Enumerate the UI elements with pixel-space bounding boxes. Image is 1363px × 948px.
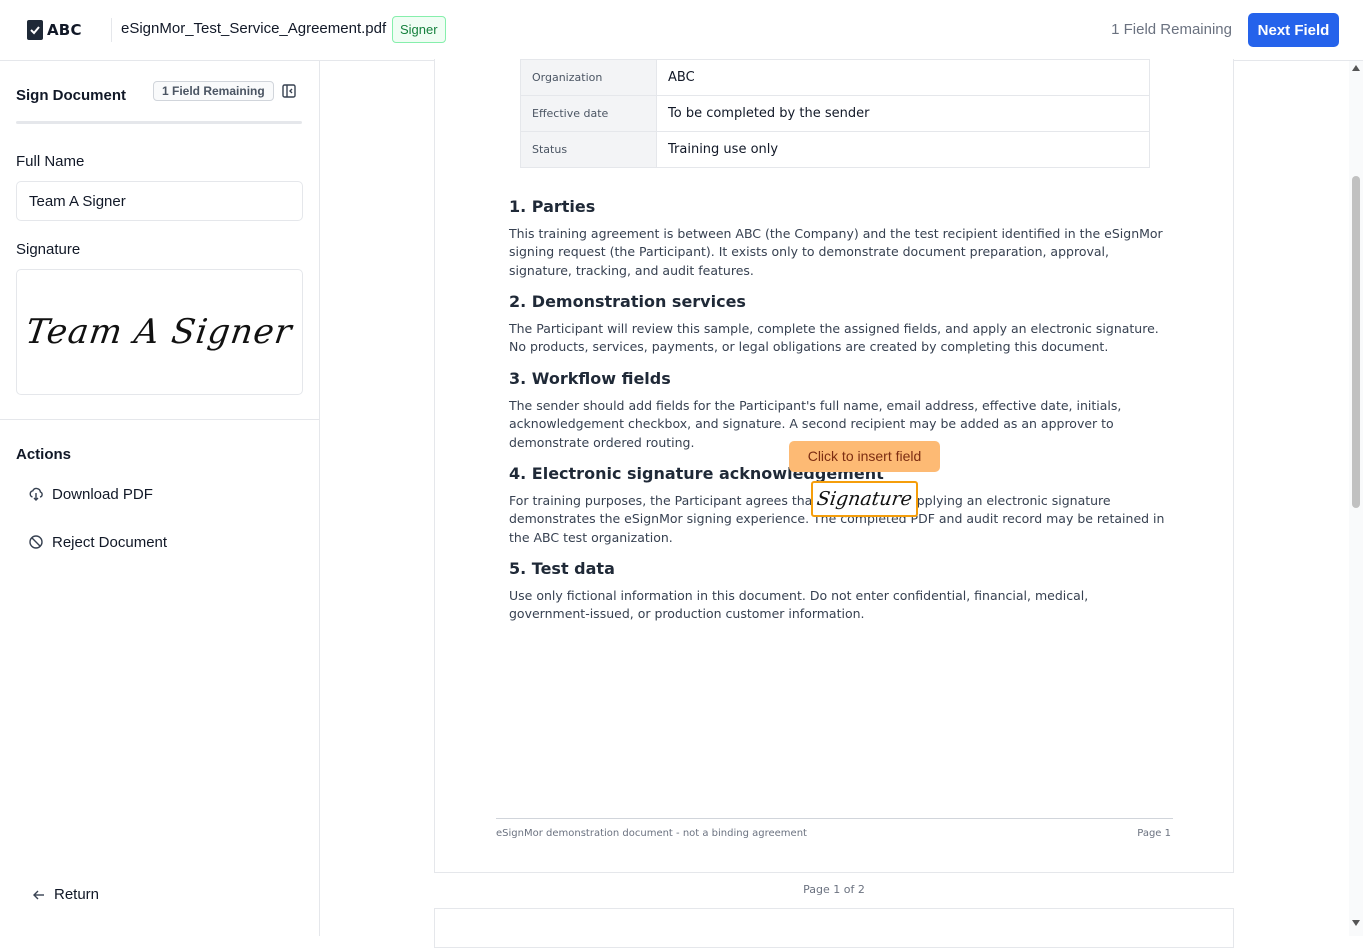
meta-key: Effective date: [520, 95, 657, 132]
table-row: Effective date To be completed by the se…: [520, 95, 1150, 132]
reject-document-label: Reject Document: [52, 533, 168, 551]
signature-field-placeholder: Signature: [815, 488, 914, 510]
sidebar: Sign Document 1 Field Remaining Full Nam…: [0, 61, 320, 936]
full-name-label: Full Name: [16, 153, 85, 170]
meta-key: Organization: [520, 59, 657, 96]
vertical-scrollbar[interactable]: [1349, 61, 1363, 936]
download-pdf-label: Download PDF: [52, 485, 153, 503]
page-footer-text: eSignMor demonstration document - not a …: [496, 828, 807, 839]
section-heading: 3. Workflow fields: [509, 369, 671, 388]
actions-title: Actions: [16, 446, 72, 463]
scroll-up-icon[interactable]: [1352, 65, 1360, 71]
checkmark-logo-icon: [27, 20, 43, 40]
scroll-down-icon[interactable]: [1352, 920, 1360, 926]
table-row: Status Training use only: [520, 131, 1150, 168]
section-body: Use only fictional information in this d…: [509, 588, 1089, 622]
cloud-download-icon: [28, 486, 44, 502]
meta-value: Training use only: [656, 131, 1150, 168]
header-divider: [111, 18, 112, 42]
signature-label: Signature: [16, 241, 81, 258]
brand-logo[interactable]: ABC: [27, 20, 82, 40]
section-heading: 5. Test data: [509, 559, 615, 578]
signature-preview: Team A Signer: [23, 312, 296, 352]
download-pdf-button[interactable]: Download PDF: [28, 483, 153, 505]
document-title: eSignMor_Test_Service_Agreement.pdf: [121, 20, 387, 37]
document-meta-table: Organization ABC Effective date To be co…: [520, 59, 1150, 168]
reject-document-button[interactable]: Reject Document: [28, 531, 167, 553]
sidebar-title: Sign Document: [16, 87, 127, 104]
logo-text: ABC: [47, 21, 82, 39]
role-badge: Signer: [392, 16, 446, 43]
meta-value: To be completed by the sender: [656, 95, 1150, 132]
ban-icon: [28, 534, 44, 550]
arrow-left-icon: [32, 888, 46, 902]
page-indicator: Page 1 of 2: [803, 883, 865, 896]
sidebar-divider: [0, 419, 319, 420]
return-button[interactable]: Return: [32, 886, 99, 903]
page-footer-divider: [496, 818, 1173, 819]
page-footer-number: Page 1: [1137, 828, 1171, 839]
remaining-badge: 1 Field Remaining: [153, 81, 274, 101]
section-heading: 1. Parties: [509, 197, 596, 216]
table-row: Organization ABC: [520, 59, 1150, 96]
collapse-sidebar-icon[interactable]: [281, 83, 297, 99]
insert-field-tooltip[interactable]: Click to insert field: [789, 441, 940, 472]
signature-pad[interactable]: Team A Signer: [16, 269, 303, 395]
signature-field[interactable]: Signature: [811, 481, 918, 517]
meta-key: Status: [520, 131, 657, 168]
top-bar: ABC eSignMor_Test_Service_Agreement.pdf …: [0, 0, 1363, 61]
section-heading: 2. Demonstration services: [509, 292, 746, 311]
document-viewer: Organization ABC Effective date To be co…: [320, 59, 1363, 948]
return-label: Return: [54, 886, 100, 903]
meta-value: ABC: [656, 59, 1150, 96]
document-page-2: [434, 908, 1234, 948]
section-body: The Participant will review this sample,…: [509, 321, 1159, 355]
scroll-thumb[interactable]: [1352, 176, 1360, 508]
next-field-button[interactable]: Next Field: [1248, 13, 1339, 47]
fields-remaining-text: 1 Field Remaining: [1111, 21, 1232, 38]
progress-bar: [16, 121, 302, 124]
full-name-input[interactable]: [16, 181, 303, 221]
section-body: This training agreement is between ABC (…: [509, 226, 1163, 278]
